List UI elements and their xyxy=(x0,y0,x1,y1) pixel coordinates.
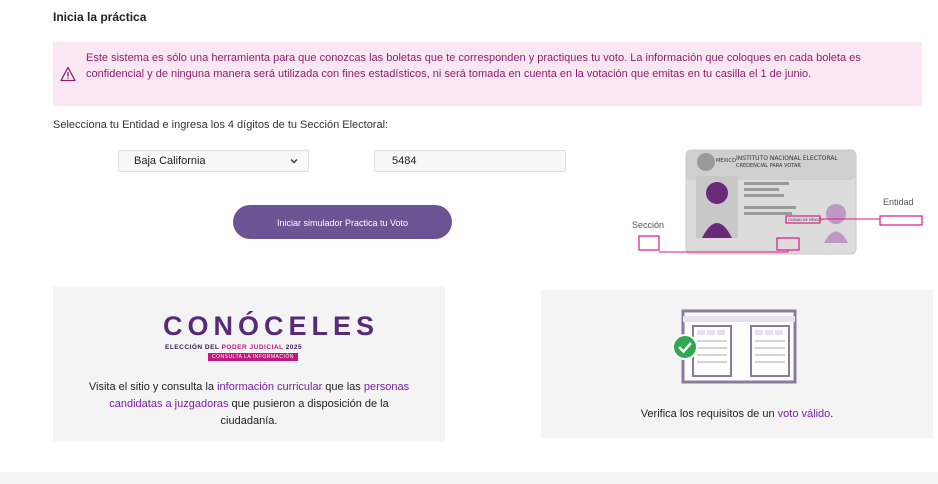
valid-vote-description: Verifica los requisitos de un voto válid… xyxy=(640,408,834,420)
id-country-text: MÉXICO xyxy=(716,156,736,164)
voter-id-card-illustration: MÉXICO INSTITUTO NACIONAL ELECTORAL CRED… xyxy=(638,149,923,255)
conoceles-card[interactable]: CONÓCELES ELECCIÓN DEL PODER JUDICIAL 20… xyxy=(53,287,445,441)
page-heading: Inicia la práctica xyxy=(53,10,147,24)
conoceles-logo-tag: CONSULTA LA INFORMACIÓN xyxy=(208,353,298,361)
section-input[interactable]: 5484 xyxy=(374,150,566,172)
disclaimer-alert: Este sistema es sólo una herramienta par… xyxy=(53,42,922,106)
entity-select-value: Baja California xyxy=(134,155,206,167)
id-credential-text: CREDENCIAL PARA VOTAR xyxy=(736,163,801,169)
conoceles-logo-subtitle: ELECCIÓN DEL PODER JUDICIAL 2025 xyxy=(165,344,303,351)
instructions-label: Selecciona tu Entidad e ingresa los 4 dí… xyxy=(53,119,389,131)
ballot-check-icon xyxy=(672,309,797,384)
conoceles-logo: CONÓCELES xyxy=(163,311,380,341)
start-simulator-button[interactable]: Iniciar simulador Practica tu Voto xyxy=(233,205,452,239)
id-institute-text: INSTITUTO NACIONAL ELECTORAL xyxy=(736,155,838,162)
valid-vote-card[interactable]: Verifica los requisitos de un voto válid… xyxy=(541,290,933,438)
footer-strip xyxy=(0,472,938,484)
entity-select[interactable]: Baja California xyxy=(118,150,309,172)
warning-icon xyxy=(60,66,76,82)
id-entidad-value: CIUDAD DE MÉXICO xyxy=(788,217,823,222)
chevron-down-icon xyxy=(290,159,298,164)
curricular-info-link[interactable]: información curricular xyxy=(217,381,322,393)
valid-vote-link[interactable]: voto válido xyxy=(778,408,831,420)
disclaimer-text: Este sistema es sólo una herramienta par… xyxy=(86,52,861,80)
conoceles-description: Visita el sitio y consulta la informació… xyxy=(88,381,410,427)
